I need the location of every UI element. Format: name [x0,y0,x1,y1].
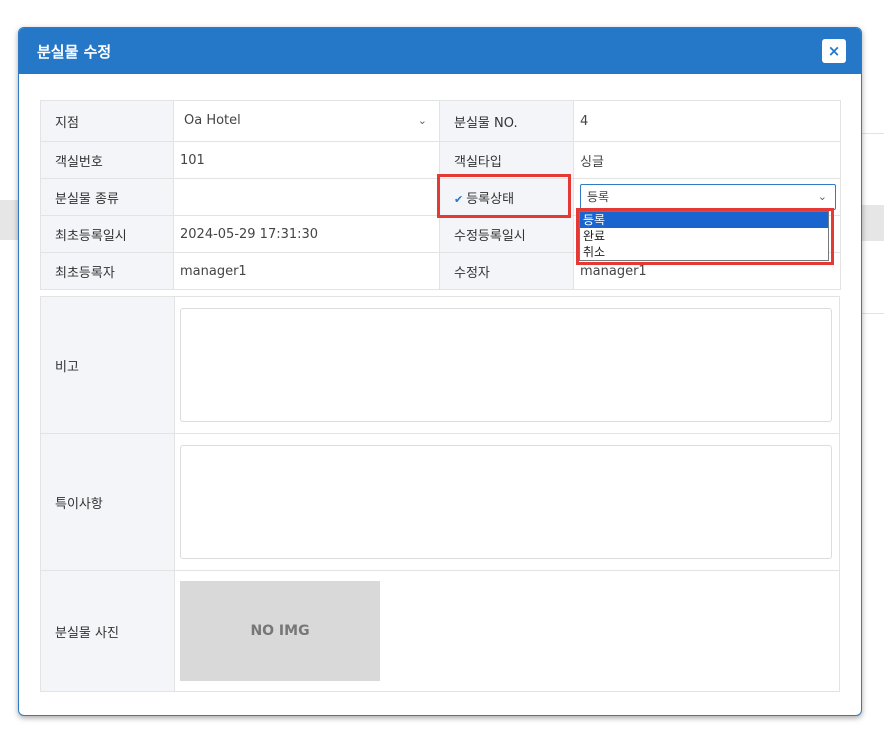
room-type-label: 객실타입 [439,141,574,179]
check-icon: ✔ [454,192,464,206]
updated-at-label: 수정등록일시 [439,215,574,253]
lost-no-value: 4 [573,100,841,142]
special-textarea[interactable] [180,445,832,559]
lost-type-label: 분실물 종류 [40,178,174,216]
photo-label: 분실물 사진 [40,570,175,692]
lost-type-value[interactable] [173,178,440,216]
created-at-value: 2024-05-29 17:31:30 [173,215,440,253]
creator-label: 최초등록자 [40,252,174,290]
status-option-completed[interactable]: 완료 [580,228,828,244]
created-at-label: 최초등록일시 [40,215,174,253]
no-image-placeholder[interactable]: NO IMG [180,581,380,681]
background-line [860,133,884,134]
special-label: 특이사항 [40,433,175,571]
modal-header: 분실물 수정 × [19,28,861,74]
special-cell [174,433,840,571]
memo-table: 비고 특이사항 분실물 사진 NO IMG [40,296,840,692]
background-strip-right [860,205,884,241]
status-value: 등록 [587,190,610,204]
status-label-cell: ✔ 등록상태 [439,178,574,216]
photo-cell: NO IMG [174,570,840,692]
branch-value: Oa Hotel [184,113,241,128]
status-option-cancelled[interactable]: 취소 [580,244,828,260]
background-strip-left [0,200,18,240]
room-no-label: 객실번호 [40,141,174,179]
status-select[interactable]: 등록 ⌄ [580,184,836,210]
note-label: 비고 [40,296,175,434]
lost-no-label: 분실물 NO. [439,100,574,142]
status-label: 등록상태 [466,191,515,207]
status-cell: 등록 ⌄ [573,178,841,216]
chevron-down-icon: ⌄ [817,190,827,203]
close-button[interactable]: × [822,39,846,63]
modal-title: 분실물 수정 [37,43,112,61]
chevron-down-icon: ⌄ [417,114,427,127]
note-cell [174,296,840,434]
status-option-registered[interactable]: 등록 [580,212,828,228]
lost-item-info-table: 지점 Oa Hotel ⌄ 분실물 NO. 4 객실번호 101 객실타입 싱글… [40,100,841,290]
room-no-value: 101 [173,141,440,179]
creator-value: manager1 [173,252,440,290]
note-textarea[interactable] [180,308,832,422]
background-line [860,313,884,314]
close-icon: × [827,42,841,60]
editor-label: 수정자 [439,252,574,290]
room-type-value: 싱글 [573,141,841,179]
branch-select[interactable]: Oa Hotel ⌄ [173,100,440,142]
status-dropdown-list: 등록 완료 취소 [579,211,829,261]
branch-label: 지점 [40,100,174,142]
lost-item-edit-modal: 분실물 수정 × 지점 Oa Hotel ⌄ 분실물 NO. 4 객실번호 10… [18,27,862,716]
